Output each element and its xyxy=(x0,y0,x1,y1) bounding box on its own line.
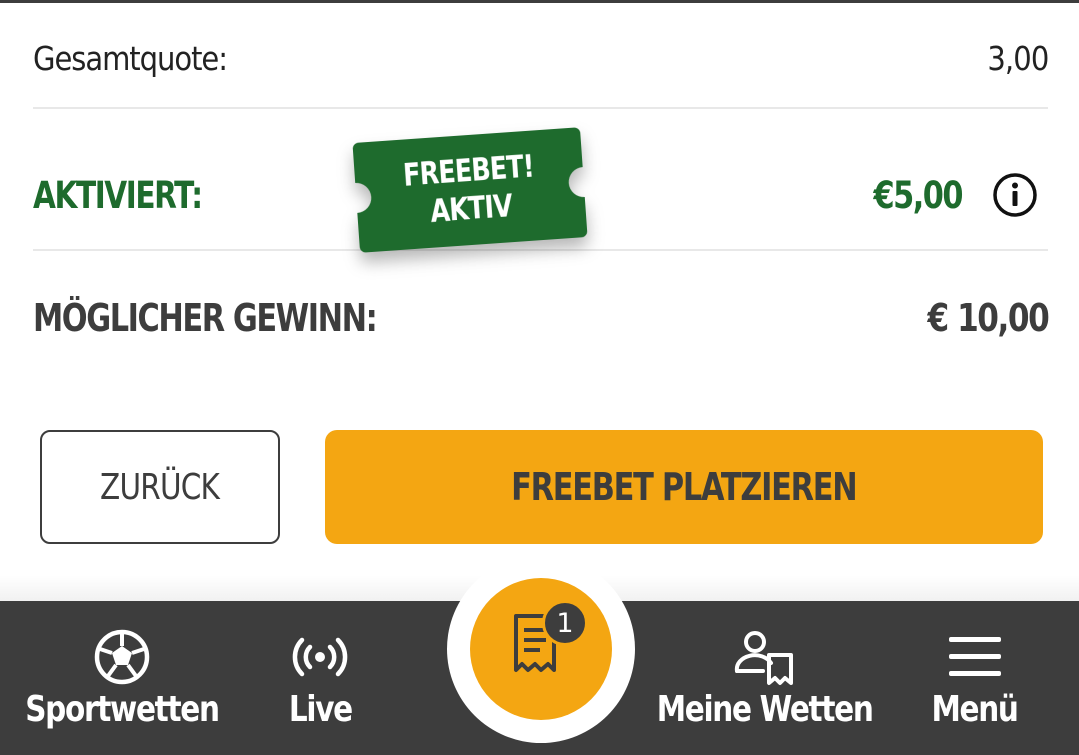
back-button[interactable]: ZURÜCK xyxy=(40,430,280,544)
freebet-badge-line2: AKTIV xyxy=(429,188,514,230)
info-icon[interactable] xyxy=(992,172,1038,218)
possible-win-label: MÖGLICHER GEWINN: xyxy=(33,295,378,340)
top-border xyxy=(0,0,1079,3)
nav-item-meine-wetten[interactable]: Meine Wetten xyxy=(650,601,880,755)
place-freebet-button[interactable]: FREEBET PLATZIEREN xyxy=(325,430,1043,544)
nav-item-live[interactable]: Live xyxy=(260,601,380,755)
soccer-ball-icon xyxy=(94,629,150,685)
activated-value-group: €5,00 xyxy=(854,172,1048,218)
back-button-label: ZURÜCK xyxy=(100,466,220,508)
live-broadcast-icon xyxy=(292,637,348,677)
total-odds-row: Gesamtquote: 3,00 xyxy=(33,28,1049,88)
total-odds-value: 3,00 xyxy=(986,38,1049,78)
divider xyxy=(33,249,1048,251)
nav-label-menu: Menü xyxy=(931,689,1020,730)
place-freebet-button-label: FREEBET PLATZIEREN xyxy=(511,465,858,509)
nav-item-menu[interactable]: Menü xyxy=(905,601,1045,755)
nav-label-sportwetten: Sportwetten xyxy=(25,689,220,730)
my-bets-icon xyxy=(734,631,793,685)
freebet-badge-line1: FREEBET! xyxy=(402,148,536,194)
activated-value: €5,00 xyxy=(873,173,963,217)
freebet-active-badge: FREEBET! AKTIV xyxy=(352,127,588,253)
possible-win-value: € 10,00 xyxy=(927,295,1049,340)
bet-slip-page: Gesamtquote: 3,00 AKTIVIERT: €5,00 FREEB… xyxy=(0,0,1079,755)
divider xyxy=(33,107,1048,109)
possible-win-row: MÖGLICHER GEWINN: € 10,00 xyxy=(33,285,1049,350)
nav-item-sportwetten[interactable]: Sportwetten xyxy=(22,601,222,755)
activated-label: AKTIVIERT: xyxy=(33,173,203,217)
nav-label-meine-wetten: Meine Wetten xyxy=(657,689,874,730)
bet-slip-count-badge: 1 xyxy=(542,600,588,646)
total-odds-label: Gesamtquote: xyxy=(33,38,228,78)
hamburger-menu-icon xyxy=(949,637,1001,676)
nav-label-live: Live xyxy=(288,689,353,730)
